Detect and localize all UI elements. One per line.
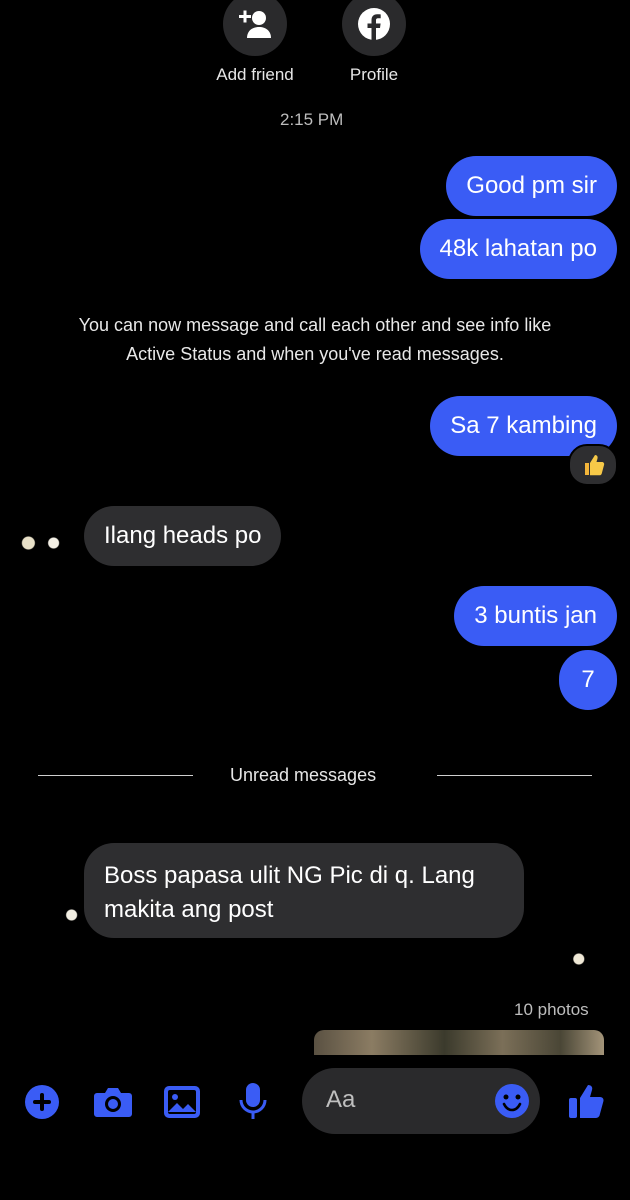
system-notice: You can now message and call each other …	[0, 311, 630, 369]
message-input[interactable]: Aa	[302, 1068, 540, 1134]
profile-label: Profile	[349, 65, 399, 84]
profile-button[interactable]	[342, 0, 406, 56]
reaction-badge[interactable]	[568, 444, 618, 486]
camera-icon	[94, 1088, 132, 1117]
message-bubble-outgoing[interactable]: 3 buntis jan	[454, 586, 617, 646]
add-person-icon	[239, 10, 271, 38]
thumbs-up-icon	[569, 1085, 604, 1118]
plus-circle-icon	[25, 1085, 59, 1119]
image-icon	[164, 1086, 200, 1118]
contact-avatar[interactable]	[38, 894, 80, 936]
message-line: Boss papasa ulit NG Pic di q. Lang	[104, 862, 475, 889]
add-friend-label: Add friend	[216, 65, 294, 84]
read-receipt-avatar	[571, 946, 597, 972]
unread-messages-label: Unread messages	[230, 765, 377, 785]
facebook-icon	[358, 8, 390, 40]
system-notice-line: You can now message and call each other …	[78, 315, 552, 335]
message-bubble-incoming[interactable]: Ilang heads po	[84, 506, 282, 566]
message-bubble-outgoing[interactable]: Good pm sir	[446, 156, 617, 216]
smiley-icon	[495, 1084, 529, 1118]
camera-button[interactable]	[91, 1082, 135, 1122]
message-line: makita ang post	[104, 896, 274, 923]
gallery-button[interactable]	[162, 1082, 202, 1122]
add-friend-button[interactable]	[223, 0, 287, 56]
message-bubble-outgoing[interactable]: 7	[559, 650, 617, 710]
message-bubble-outgoing[interactable]: 48k lahatan po	[419, 219, 617, 279]
thumbs-up-reaction-icon	[585, 455, 605, 476]
more-actions-button[interactable]	[22, 1082, 62, 1122]
avatar-image	[38, 894, 80, 936]
microphone-icon	[239, 1083, 267, 1119]
like-button[interactable]	[566, 1080, 608, 1122]
photos-count: 10 photos	[514, 1000, 589, 1019]
avatar-image	[20, 522, 62, 564]
contact-avatar[interactable]	[20, 522, 62, 564]
unread-divider-left	[38, 775, 193, 776]
unread-divider-right	[437, 775, 592, 776]
voice-button[interactable]	[236, 1080, 270, 1122]
message-bubble-incoming[interactable]: Boss papasa ulit NG Pic di q. Lang makit…	[84, 843, 524, 938]
message-input-placeholder: Aa	[326, 1086, 356, 1113]
timestamp: 2:15 PM	[280, 110, 344, 129]
emoji-button[interactable]	[494, 1083, 530, 1119]
system-notice-line: Active Status and when you've read messa…	[126, 344, 504, 364]
